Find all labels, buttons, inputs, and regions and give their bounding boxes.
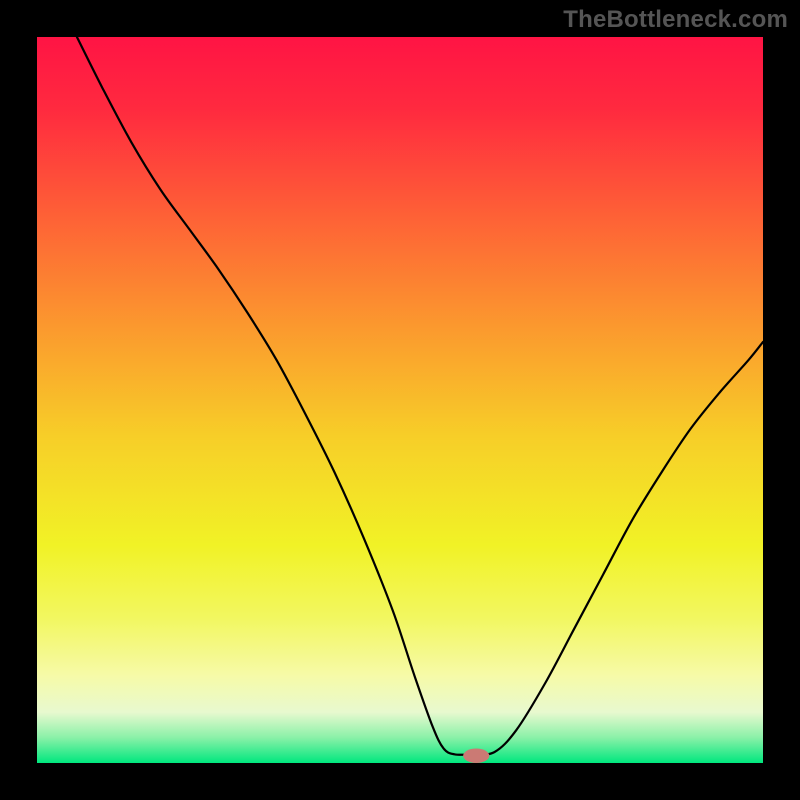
- optimal-marker: [463, 748, 489, 763]
- background-rect: [37, 37, 763, 763]
- plot-area: [37, 37, 763, 763]
- plot-svg: [37, 37, 763, 763]
- chart-frame: TheBottleneck.com: [0, 0, 800, 800]
- watermark-text: TheBottleneck.com: [563, 6, 788, 34]
